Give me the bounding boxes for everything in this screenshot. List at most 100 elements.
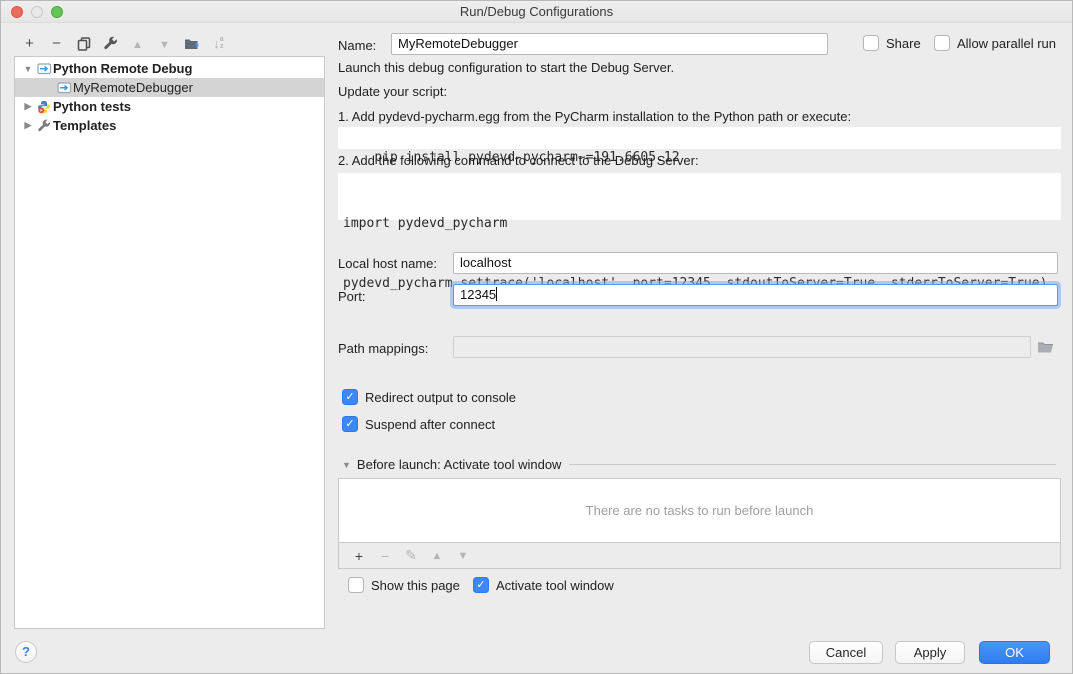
add-task-button[interactable]: + xyxy=(346,548,372,564)
ok-button[interactable]: OK xyxy=(979,641,1050,664)
create-folder-button[interactable] xyxy=(178,35,205,52)
python-tests-icon xyxy=(35,100,53,114)
port-label: Port: xyxy=(338,289,365,304)
apply-button[interactable]: Apply xyxy=(895,641,965,664)
show-this-page-label: Show this page xyxy=(371,578,460,593)
remove-task-button[interactable]: − xyxy=(372,548,398,564)
tree-item-label: Python Remote Debug xyxy=(53,61,192,76)
wrench-icon xyxy=(103,36,118,51)
run-debug-configurations-dialog: Run/Debug Configurations + − ▲ ▼ ↓ xyxy=(0,0,1073,674)
tree-collapsed-icon[interactable]: ▶ xyxy=(21,101,35,112)
settrace-code-block: import pydevd_pycharm pydevd_pycharm.set… xyxy=(338,173,1061,220)
local-host-input[interactable]: localhost xyxy=(453,252,1058,274)
move-down-button[interactable]: ▼ xyxy=(151,35,178,52)
activate-tool-window-row: ✓ Activate tool window xyxy=(473,577,614,593)
tree-item-templates[interactable]: ▶ Templates xyxy=(15,116,324,135)
pip-command-code: pip install pydevd-pycharm~=191.6605.12 xyxy=(338,127,1061,149)
port-input[interactable]: 12345 xyxy=(453,284,1058,306)
step1-text: 1. Add pydevd-pycharm.egg from the PyCha… xyxy=(338,109,851,124)
copy-icon xyxy=(77,37,91,51)
task-list-toolbar: + − ✎ ▲ ▼ xyxy=(339,542,1060,568)
run-config-icon xyxy=(35,62,53,75)
update-script-text: Update your script: xyxy=(338,84,447,99)
tree-collapsed-icon[interactable]: ▶ xyxy=(21,120,35,131)
intro-text: Launch this debug configuration to start… xyxy=(338,60,674,75)
cancel-button[interactable]: Cancel xyxy=(809,641,883,664)
window-title: Run/Debug Configurations xyxy=(1,1,1072,23)
activate-tool-window-checkbox[interactable]: ✓ xyxy=(473,577,489,593)
tree-item-python-remote-debug[interactable]: ▼ Python Remote Debug xyxy=(15,59,324,78)
templates-wrench-icon xyxy=(35,119,53,133)
configurations-tree: ▼ Python Remote Debug MyRemoteDebugger ▶ xyxy=(14,56,325,629)
sort-configurations-button[interactable]: ↓ az xyxy=(205,35,232,52)
add-icon: + xyxy=(25,35,34,52)
move-task-up-button[interactable]: ▲ xyxy=(424,550,450,562)
allow-parallel-run-checkbox-row: Allow parallel run xyxy=(934,35,1056,51)
share-label: Share xyxy=(886,36,921,51)
tree-item-label: Templates xyxy=(53,118,116,133)
move-down-icon: ▼ xyxy=(458,550,469,562)
check-icon: ✓ xyxy=(345,419,354,430)
tree-item-python-tests[interactable]: ▶ Python tests xyxy=(15,97,324,116)
help-icon: ? xyxy=(22,644,30,659)
run-config-icon xyxy=(55,81,73,94)
remove-configuration-button[interactable]: − xyxy=(43,35,70,52)
move-down-icon: ▼ xyxy=(159,39,170,51)
step2-text: 2. Add the following command to connect … xyxy=(338,153,699,168)
show-this-page-checkbox[interactable] xyxy=(348,577,364,593)
redirect-output-label: Redirect output to console xyxy=(365,390,516,405)
suspend-after-connect-row: ✓ Suspend after connect xyxy=(342,416,495,432)
before-launch-header[interactable]: ▼ Before launch: Activate tool window xyxy=(342,457,1056,472)
folder-icon xyxy=(1037,340,1054,354)
new-folder-icon xyxy=(184,37,200,51)
section-rule xyxy=(569,464,1056,465)
port-value: 12345 xyxy=(460,287,496,302)
allow-parallel-run-label: Allow parallel run xyxy=(957,36,1056,51)
edit-pencil-icon: ✎ xyxy=(405,547,417,563)
remove-icon: − xyxy=(381,548,389,564)
tree-expanded-icon[interactable]: ▼ xyxy=(21,64,35,74)
activate-tool-window-label: Activate tool window xyxy=(496,578,614,593)
move-up-icon: ▲ xyxy=(132,39,143,51)
path-mappings-label: Path mappings: xyxy=(338,341,428,356)
edit-task-button[interactable]: ✎ xyxy=(398,547,424,564)
collapse-section-icon: ▼ xyxy=(342,460,351,470)
copy-configuration-button[interactable] xyxy=(70,35,97,52)
before-launch-task-list: There are no tasks to run before launch … xyxy=(338,478,1061,569)
redirect-output-row: ✓ Redirect output to console xyxy=(342,389,516,405)
redirect-output-checkbox[interactable]: ✓ xyxy=(342,389,358,405)
empty-task-message: There are no tasks to run before launch xyxy=(339,479,1060,542)
allow-parallel-run-checkbox[interactable] xyxy=(934,35,950,51)
suspend-after-connect-label: Suspend after connect xyxy=(365,417,495,432)
local-host-label: Local host name: xyxy=(338,256,437,271)
share-checkbox[interactable] xyxy=(863,35,879,51)
name-label: Name: xyxy=(338,38,376,53)
tree-item-label: Python tests xyxy=(53,99,131,114)
before-launch-title: Before launch: Activate tool window xyxy=(357,457,562,472)
show-this-page-row: Show this page xyxy=(348,577,460,593)
path-mappings-browse-button[interactable] xyxy=(1037,340,1054,359)
move-up-icon: ▲ xyxy=(432,550,443,562)
remove-icon: − xyxy=(52,35,61,52)
add-configuration-button[interactable]: + xyxy=(16,35,43,52)
tree-item-label: MyRemoteDebugger xyxy=(73,80,193,95)
edit-templates-button[interactable] xyxy=(97,35,124,52)
local-host-value: localhost xyxy=(460,255,511,270)
add-icon: + xyxy=(355,548,363,564)
suspend-after-connect-checkbox[interactable]: ✓ xyxy=(342,416,358,432)
configurations-toolbar: + − ▲ ▼ ↓ az xyxy=(16,31,232,55)
help-button[interactable]: ? xyxy=(15,641,37,663)
tree-item-myremotedebugger[interactable]: MyRemoteDebugger xyxy=(15,78,324,97)
check-icon: ✓ xyxy=(345,392,354,403)
name-value: MyRemoteDebugger xyxy=(398,36,518,51)
code-line-1: import pydevd_pycharm xyxy=(343,214,1056,234)
title-bar: Run/Debug Configurations xyxy=(1,1,1072,23)
check-icon: ✓ xyxy=(476,580,485,591)
sort-az-icon: ↓ az xyxy=(213,36,223,51)
name-input[interactable]: MyRemoteDebugger xyxy=(391,33,828,55)
move-task-down-button[interactable]: ▼ xyxy=(450,550,476,562)
text-cursor xyxy=(496,287,497,301)
path-mappings-input[interactable] xyxy=(453,336,1031,358)
move-up-button[interactable]: ▲ xyxy=(124,35,151,52)
share-checkbox-row: Share xyxy=(863,35,921,51)
